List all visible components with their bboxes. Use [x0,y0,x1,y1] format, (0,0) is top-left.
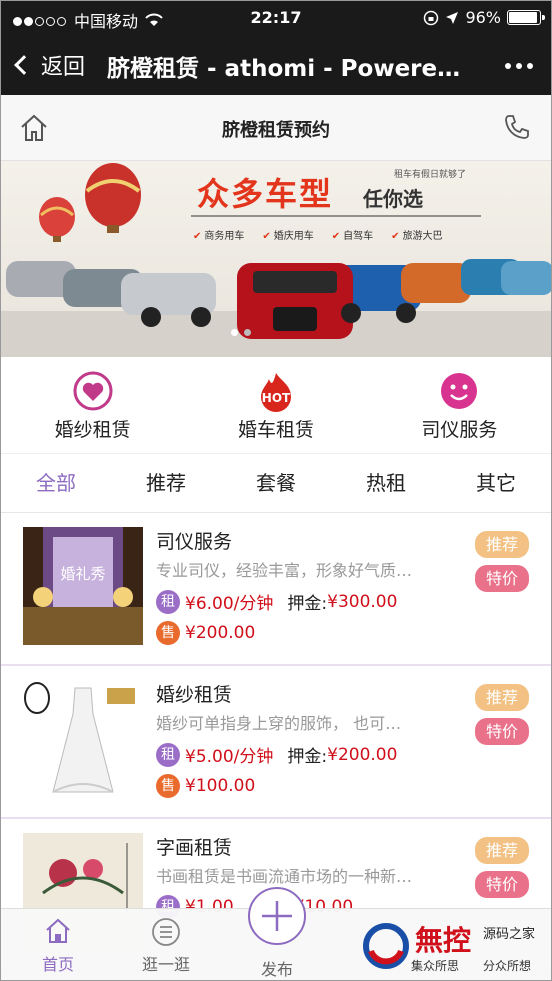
recommend-tag: 推荐 [475,531,529,558]
tab-recommended[interactable]: 推荐 [111,454,221,512]
recommend-tag: 推荐 [475,684,529,711]
sell-badge: 售 [156,774,180,798]
deposit-label: 押金: [287,594,328,614]
category-grid: 婚纱租赁 HOT 婚车租赁 司仪服务 [1,357,551,453]
rent-badge: 租 [156,742,180,767]
item-description: 专业司仪，经验丰富，形象好气质… [156,561,413,580]
page-header: 脐橙租赁预约 [1,95,551,161]
tab-home[interactable]: 首页 [3,909,113,980]
category-wedding-dress[interactable]: 婚纱租赁 [1,357,184,453]
banner-carousel[interactable]: 租车有假日就够了 众多车型 任你选 商务用车 婚庆用车 自驾车 旅游大巴 [1,161,551,357]
banner-subline: 任你选 [363,187,423,211]
svg-text:婚礼秀: 婚礼秀 [60,565,105,583]
category-label: 婚纱租赁 [54,419,131,441]
filter-tabs: 全部 推荐 套餐 热租 其它 [1,453,551,513]
rent-price: ¥5.00/分钟 [185,747,274,767]
battery-percent: 96% [465,8,501,27]
sell-price: ¥200.00 [185,623,256,643]
banner-headline: 众多车型 [197,175,334,213]
deposit-label: 押金: [287,747,328,767]
location-arrow-icon [446,11,459,24]
item-description: 书画租赁是书画流通市场的一种新… [156,867,413,886]
sell-price: ¥100.00 [185,776,256,796]
hearts-icon [73,371,113,411]
swirl-logo-icon [363,923,409,969]
tab-browse[interactable]: 逛一逛 [111,909,221,980]
list-item[interactable]: 婚纱租赁 婚纱可单指身上穿的服饰， 也可… 租 ¥5.00/分钟 押金: ¥20… [1,666,551,819]
tab-label: 首页 [41,955,74,974]
item-name: 司仪服务 [156,531,233,553]
tab-packages[interactable]: 套餐 [221,454,331,512]
special-price-tag: 特价 [475,565,529,592]
hot-flame-icon: HOT [260,373,291,412]
rent-price: ¥6.00/分钟 [185,594,274,614]
tab-all[interactable]: 全部 [1,454,111,512]
lock-rotation-icon [424,10,439,25]
special-price-tag: 特价 [475,871,529,898]
item-thumbnail [23,680,143,798]
back-button[interactable]: 返回 [13,49,85,81]
app-screen: 中国移动 22:17 96% 返回 脐橙租赁 - athomi - Powere… [0,0,552,981]
carousel-indicator [231,329,251,336]
svg-text:HOT: HOT [262,391,291,405]
list-item[interactable]: 婚礼秀 司仪服务 专业司仪，经验丰富，形象好气质… 租 ¥6.00/分钟 押金:… [1,513,551,666]
back-label: 返回 [41,55,86,80]
home-icon [46,918,70,943]
phone-icon[interactable] [503,113,531,141]
tab-hot-rent[interactable]: 热租 [331,454,441,512]
tab-label: 逛一逛 [141,955,190,974]
list-circle-icon [152,918,180,946]
item-name: 婚纱租赁 [156,684,233,706]
header-title: 脐橙租赁预约 [222,120,330,141]
watermark-slogan: 集众所思 [411,959,460,973]
banner-tag: 旅游大巴 [391,227,443,242]
banner-tag: 自驾车 [332,227,373,242]
publish-button[interactable] [248,887,306,945]
category-emcee[interactable]: 司仪服务 [368,357,551,453]
sell-badge: 售 [156,621,180,645]
banner-tags: 商务用车 婚庆用车 自驾车 旅游大巴 [193,227,443,242]
category-label: 司仪服务 [421,419,498,441]
category-wedding-car[interactable]: HOT 婚车租赁 [184,357,367,453]
battery-icon [507,10,545,25]
deposit-amount: ¥300.00 [327,591,398,612]
wechat-navbar: 返回 脐橙租赁 - athomi - Powere… [1,35,551,95]
watermark-site: 源码之家 [483,927,536,942]
status-bar: 中国移动 22:17 96% [1,1,551,35]
category-label: 婚车租赁 [237,419,314,441]
deposit-amount: ¥200.00 [327,744,398,765]
chevron-left-icon [14,55,34,75]
item-description: 婚纱可单指身上穿的服饰， 也可… [156,714,402,733]
tab-other[interactable]: 其它 [441,454,551,512]
watermark-logo: 無控 源码之家 集众所思 分众所想 [359,913,549,979]
watermark-slogan: 分众所想 [483,959,532,973]
item-name: 字画租赁 [156,837,233,859]
banner-tagline: 租车有假日就够了 [394,170,467,180]
recommend-tag: 推荐 [475,837,529,864]
banner-tag: 商务用车 [193,227,244,242]
watermark-brand: 無控 [415,924,472,957]
more-menu-icon[interactable] [505,63,533,69]
plus-icon [262,901,292,931]
publish-label: 发布 [260,960,293,979]
smiley-icon [441,373,478,409]
page-title: 脐橙租赁 - athomi - Powere… [107,56,461,82]
rent-badge: 租 [156,589,180,614]
item-thumbnail: 婚礼秀 [23,527,143,645]
banner-tag: 婚庆用车 [262,227,314,242]
special-price-tag: 特价 [475,718,529,745]
